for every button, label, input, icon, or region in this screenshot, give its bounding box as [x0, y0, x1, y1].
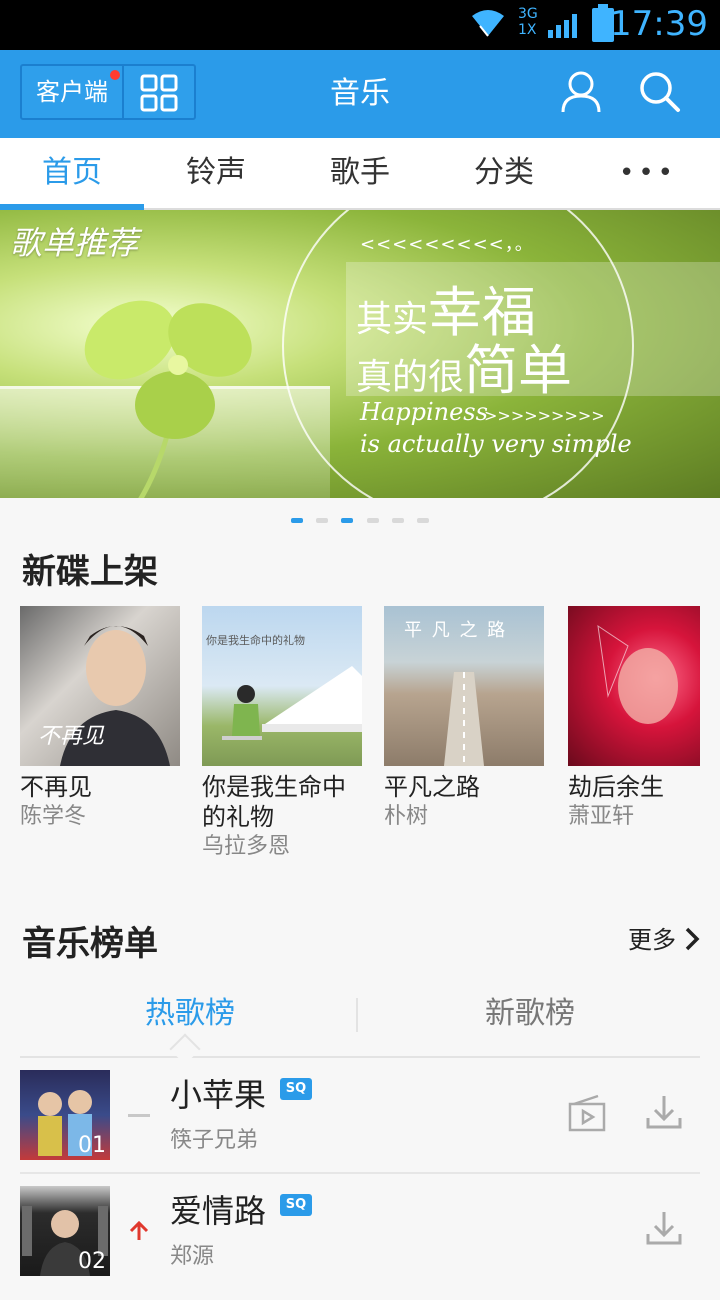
banner-tag: 歌单推荐 [10, 224, 139, 262]
banner-arrows-bottom: >>>>>>>>> [484, 406, 605, 425]
banner-arrows-top: <<<<<<<<<，。 [360, 234, 534, 255]
song-thumbnail: 01 [20, 1070, 110, 1160]
banner-english-1: Happiness [360, 398, 488, 426]
mv-icon[interactable] [568, 1094, 608, 1134]
signal-icon [548, 14, 577, 38]
song-artist: 郑源 [170, 1244, 215, 1269]
album-artist: 乌拉多恩 [202, 834, 291, 859]
pagination-dot[interactable] [366, 518, 379, 523]
tab-more[interactable]: ••• [576, 138, 720, 208]
tab-home[interactable]: 首页 [0, 138, 144, 208]
charts-title: 音乐榜单 [22, 924, 158, 964]
tab-categories[interactable]: 分类 [432, 138, 576, 208]
song-rank: 01 [78, 1133, 106, 1158]
pagination-dot[interactable] [391, 518, 404, 523]
app-bar: 客户端 音乐 [0, 50, 720, 138]
album-cover [568, 606, 700, 766]
sq-badge: SQ [280, 1194, 312, 1216]
album-artist: 朴树 [384, 804, 429, 829]
pagination-dot[interactable] [291, 518, 304, 523]
client-button[interactable]: 客户端 [22, 66, 124, 118]
network-type: 3G 1X [518, 6, 538, 38]
chart-tabs: 热歌榜 新歌榜 [20, 986, 700, 1065]
song-artist: 筷子兄弟 [170, 1128, 259, 1153]
song-row[interactable]: 02 爱情路 SQ 郑源 [20, 1186, 700, 1300]
banner[interactable]: 歌单推荐 <<<<<<<<<，。 其实幸福 真的很简单 Happiness >>… [0, 210, 720, 498]
song-row[interactable]: 01 小苹果 SQ 筷子兄弟 [20, 1070, 700, 1184]
album-cover: 不再见 [20, 606, 180, 766]
download-icon[interactable] [646, 1094, 682, 1130]
album-name: 平凡之路 [384, 773, 480, 801]
banner-pagination [0, 508, 720, 523]
pagination-dot[interactable] [341, 518, 354, 523]
album-name: 你是我生命中的礼物 [202, 773, 346, 831]
album-artist: 萧亚轩 [568, 804, 635, 829]
wifi-icon [472, 10, 504, 37]
new-albums-title: 新碟上架 [22, 552, 158, 592]
more-link[interactable]: 更多 [628, 920, 700, 955]
pagination-dot[interactable] [316, 518, 329, 523]
album-cover: 你是我生命中的礼物 [202, 606, 362, 766]
album-card[interactable]: 平 凡 之 路 平凡之路 朴树 [384, 606, 544, 832]
album-cover: 平 凡 之 路 [384, 606, 544, 766]
main-tabs: 首页 铃声 歌手 分类 ••• [0, 138, 720, 210]
album-name: 劫后余生 [568, 773, 664, 801]
chevron-right-icon [685, 927, 700, 951]
tab-new-songs[interactable]: 新歌榜 [360, 986, 700, 1052]
song-thumbnail: 02 [20, 1186, 110, 1276]
album-name: 不再见 [20, 773, 92, 801]
album-art [222, 666, 362, 740]
album-artist: 陈学冬 [20, 804, 87, 829]
album-card[interactable]: 劫后余生 萧亚轩 [568, 606, 700, 832]
song-title: 爱情路 [170, 1192, 267, 1230]
pagination-dot[interactable] [416, 518, 429, 523]
status-bar: 3G 1X 17:39 [0, 0, 720, 50]
more-label: 更多 [628, 926, 676, 954]
album-cover-text: 你是我生命中的礼物 [206, 634, 305, 647]
tab-singers[interactable]: 歌手 [288, 138, 432, 208]
trend-up-icon [129, 1220, 149, 1240]
tab-ringtones[interactable]: 铃声 [144, 138, 288, 208]
tab-divider [356, 998, 358, 1032]
notification-dot [110, 70, 120, 80]
album-cover-text: 平 凡 之 路 [404, 620, 508, 641]
search-icon[interactable] [638, 70, 682, 114]
grid-icon[interactable] [140, 74, 178, 112]
row-divider [20, 1172, 700, 1174]
album-card[interactable]: 你是我生命中的礼物 你是我生命中的礼物 乌拉多恩 [202, 606, 362, 862]
song-title: 小苹果 [170, 1076, 267, 1114]
song-rank: 02 [78, 1249, 106, 1274]
album-art [597, 624, 678, 724]
download-icon[interactable] [646, 1210, 682, 1246]
banner-line-2: 真的很简单 [356, 339, 573, 402]
sq-badge: SQ [280, 1078, 312, 1100]
album-card[interactable]: 不再见 不再见 陈学冬 [20, 606, 180, 832]
status-time: 17:39 [610, 4, 708, 44]
user-icon[interactable] [560, 70, 602, 114]
clover-illustration [84, 300, 252, 498]
client-switch: 客户端 [20, 64, 196, 120]
banner-english-2: is actually very simple [360, 430, 632, 458]
album-cover-text: 不再见 [38, 724, 105, 749]
trend-same-icon [128, 1114, 150, 1117]
